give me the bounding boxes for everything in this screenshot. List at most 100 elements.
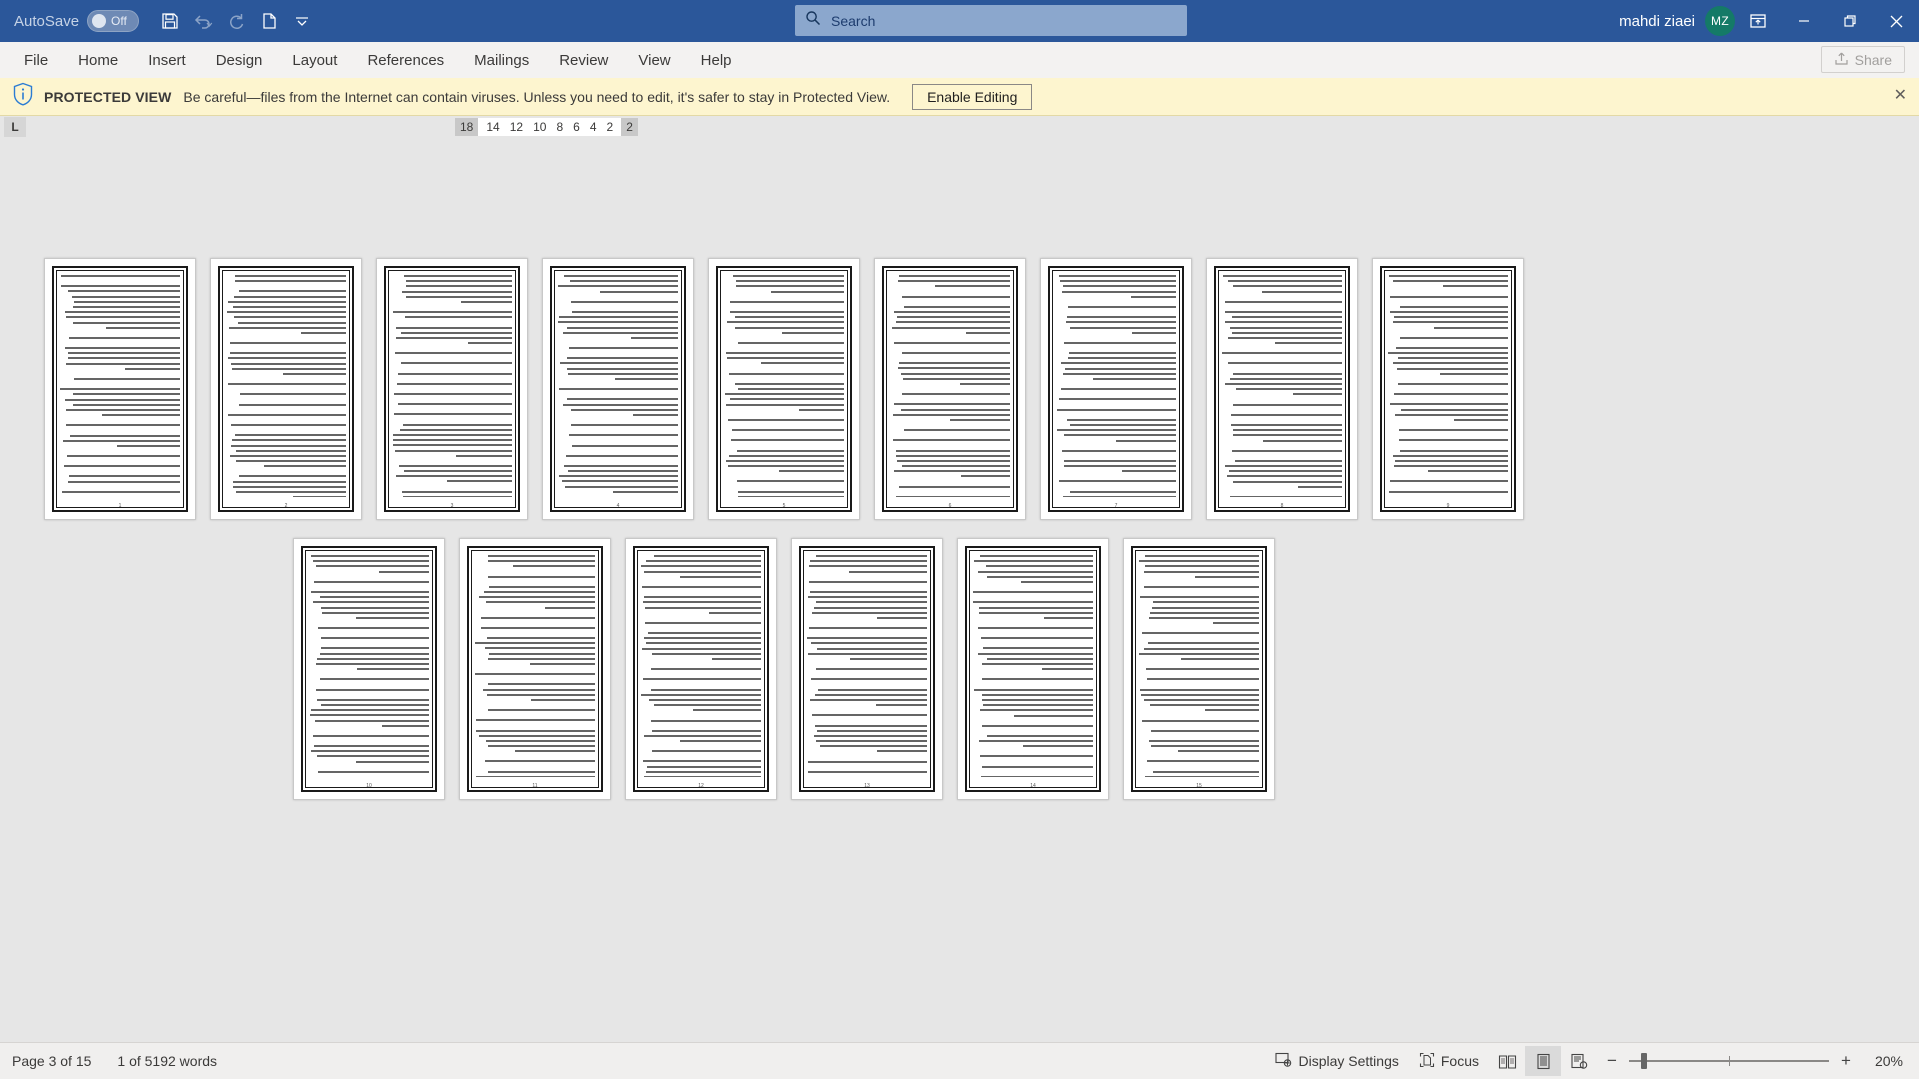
tab-review[interactable]: Review xyxy=(545,45,622,75)
shield-info-icon xyxy=(12,82,34,111)
zoom-slider-midpoint xyxy=(1729,1056,1730,1066)
title-bar: AutoSave Off آسفالت و انواع آن - Protect… xyxy=(0,0,1919,42)
new-blank-document-icon[interactable] xyxy=(254,6,284,36)
page-text-body xyxy=(1139,555,1259,777)
zoom-control[interactable]: − + 20% xyxy=(1605,1051,1909,1071)
word-count[interactable]: 1 of 5192 words xyxy=(117,1053,217,1069)
zoom-in-button[interactable]: + xyxy=(1839,1051,1853,1071)
document-page[interactable]: 12 xyxy=(625,538,777,800)
display-settings-button[interactable]: Display Settings xyxy=(1265,1046,1408,1076)
document-page[interactable]: 4 xyxy=(542,258,694,520)
display-settings-label: Display Settings xyxy=(1298,1053,1398,1069)
document-page[interactable]: 7 xyxy=(1040,258,1192,520)
zoom-out-button[interactable]: − xyxy=(1605,1051,1619,1071)
save-icon[interactable] xyxy=(155,6,185,36)
minimize-button[interactable] xyxy=(1781,0,1827,42)
document-page[interactable]: 8 xyxy=(1206,258,1358,520)
autosave-toggle-knob xyxy=(92,14,106,28)
close-button[interactable] xyxy=(1873,0,1919,42)
tab-help[interactable]: Help xyxy=(687,45,746,75)
protected-view-badge: PROTECTED VIEW xyxy=(44,89,171,105)
tab-references[interactable]: References xyxy=(353,45,458,75)
autosave-control[interactable]: AutoSave Off xyxy=(14,10,139,32)
page-number: 6 xyxy=(875,503,1025,509)
page-number: 13 xyxy=(792,783,942,789)
page-text-body xyxy=(392,275,512,497)
ruler-mark: 14 xyxy=(486,120,499,134)
undo-icon[interactable] xyxy=(188,6,218,36)
share-button[interactable]: Share xyxy=(1821,46,1905,73)
ribbon-tab-bar: File Home Insert Design Layout Reference… xyxy=(0,42,1919,78)
page-number: 4 xyxy=(543,503,693,509)
page-text-body xyxy=(973,555,1093,777)
document-page[interactable]: 3 xyxy=(376,258,528,520)
tab-file[interactable]: File xyxy=(10,45,62,75)
horizontal-ruler[interactable]: L 18 14 12 10 8 6 4 2 2 xyxy=(0,116,1919,138)
document-page[interactable]: 13 xyxy=(791,538,943,800)
enable-editing-button[interactable]: Enable Editing xyxy=(912,84,1032,110)
page-text-body xyxy=(1222,275,1342,497)
autosave-label: AutoSave xyxy=(14,13,79,30)
page-row: 10 11 12 13 14 15 xyxy=(293,538,1275,800)
page-text-body xyxy=(309,555,429,777)
tab-layout[interactable]: Layout xyxy=(278,45,351,75)
web-layout-icon[interactable] xyxy=(1561,1046,1597,1076)
document-page[interactable]: 11 xyxy=(459,538,611,800)
page-text-body xyxy=(807,555,927,777)
tab-mailings[interactable]: Mailings xyxy=(460,45,543,75)
read-mode-icon[interactable] xyxy=(1489,1046,1525,1076)
account-name[interactable]: mahdi ziaei xyxy=(1619,13,1695,30)
focus-label: Focus xyxy=(1441,1053,1479,1069)
avatar[interactable]: MZ xyxy=(1705,6,1735,36)
page-row: 1 2 3 4 5 6 7 8 9 xyxy=(44,258,1524,520)
document-canvas[interactable]: 1 2 3 4 5 6 7 8 9 10 11 12 13 14 15 xyxy=(0,138,1919,1042)
ribbon-display-options-icon[interactable] xyxy=(1735,0,1781,42)
page-number: 11 xyxy=(460,783,610,789)
ruler-mark: 10 xyxy=(533,120,546,134)
ruler-marks: 14 12 10 8 6 4 2 xyxy=(478,118,621,136)
page-text-body xyxy=(641,555,761,777)
ruler-left-margin-value: 18 xyxy=(455,118,478,136)
tab-stop-selector[interactable]: L xyxy=(4,117,26,137)
zoom-level-label[interactable]: 20% xyxy=(1863,1053,1903,1069)
display-settings-icon xyxy=(1275,1051,1292,1071)
restore-button[interactable] xyxy=(1827,0,1873,42)
quick-access-toolbar xyxy=(155,6,317,36)
ruler-mark: 4 xyxy=(590,120,597,134)
page-text-body xyxy=(1056,275,1176,497)
search-input[interactable]: Search xyxy=(831,13,875,29)
tab-design[interactable]: Design xyxy=(202,45,277,75)
protected-view-message: Be careful—files from the Internet can c… xyxy=(183,89,890,105)
autosave-state-label: Off xyxy=(111,14,127,28)
document-page[interactable]: 9 xyxy=(1372,258,1524,520)
zoom-slider-handle[interactable] xyxy=(1641,1053,1647,1069)
document-page[interactable]: 10 xyxy=(293,538,445,800)
page-number: 14 xyxy=(958,783,1108,789)
search-box[interactable]: Search xyxy=(795,5,1187,36)
autosave-toggle[interactable]: Off xyxy=(87,10,139,32)
tab-home[interactable]: Home xyxy=(64,45,132,75)
document-page[interactable]: 5 xyxy=(708,258,860,520)
document-page[interactable]: 1 xyxy=(44,258,196,520)
share-button-label: Share xyxy=(1855,52,1892,68)
page-indicator[interactable]: Page 3 of 15 xyxy=(12,1053,91,1069)
document-page[interactable]: 2 xyxy=(210,258,362,520)
page-number: 1 xyxy=(45,503,195,509)
document-page[interactable]: 15 xyxy=(1123,538,1275,800)
search-icon xyxy=(805,10,821,31)
customize-quick-access-toolbar-icon[interactable] xyxy=(287,6,317,36)
focus-button[interactable]: Focus xyxy=(1409,1046,1489,1076)
print-layout-icon[interactable] xyxy=(1525,1046,1561,1076)
close-icon[interactable]: ✕ xyxy=(1894,88,1907,104)
redo-icon[interactable] xyxy=(221,6,251,36)
ruler-mark: 12 xyxy=(510,120,523,134)
tab-insert[interactable]: Insert xyxy=(134,45,200,75)
zoom-slider[interactable] xyxy=(1629,1060,1829,1062)
page-number: 12 xyxy=(626,783,776,789)
document-page[interactable]: 6 xyxy=(874,258,1026,520)
page-number: 3 xyxy=(377,503,527,509)
horizontal-ruler-track[interactable]: 18 14 12 10 8 6 4 2 2 xyxy=(455,118,638,136)
tab-view[interactable]: View xyxy=(624,45,684,75)
document-page[interactable]: 14 xyxy=(957,538,1109,800)
page-number: 15 xyxy=(1124,783,1274,789)
